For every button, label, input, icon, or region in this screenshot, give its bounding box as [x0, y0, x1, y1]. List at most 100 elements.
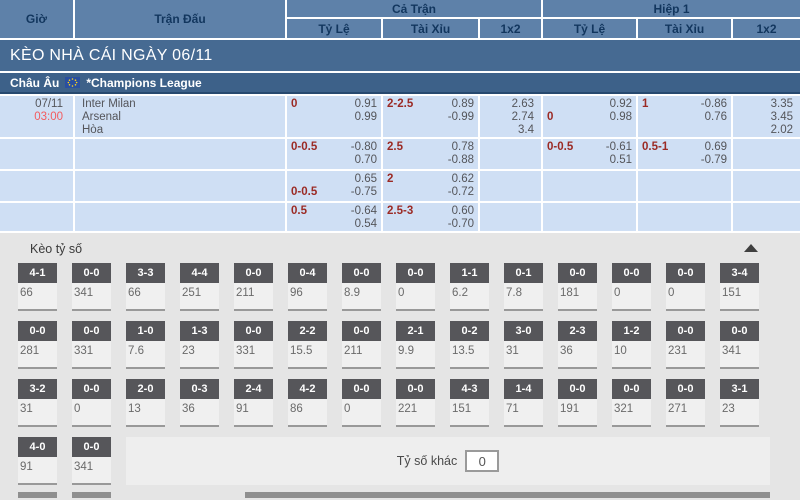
odds-line[interactable]: 2.5-30.60 — [387, 205, 474, 218]
score-box[interactable]: 0-2 — [450, 321, 489, 341]
score-box[interactable]: 0-0 — [72, 321, 111, 341]
score-box[interactable]: 4-1 — [18, 263, 57, 283]
score-bet-cell[interactable]: 3-231 — [18, 379, 57, 427]
odds-value[interactable]: 3.45 — [737, 111, 793, 124]
score-box[interactable]: 1-1 — [450, 263, 489, 283]
odds-cell-half-1x2[interactable]: 3.353.452.02 — [733, 96, 800, 137]
score-box[interactable]: 0-0 — [72, 437, 111, 457]
score-box[interactable]: 0-0 — [72, 379, 111, 399]
score-box[interactable]: 0-3 — [180, 379, 219, 399]
score-bet-cell[interactable]: 3-366 — [126, 263, 165, 311]
odds-cell-half-handicap[interactable]: 0.9200.98 — [543, 96, 636, 137]
odds-line[interactable]: 0.5-0.64 — [291, 205, 377, 218]
odds-cell-full-over-under[interactable]: 2.5-30.60-0.70 — [383, 203, 478, 231]
odds-line[interactable]: 0-0.5-0.61 — [547, 141, 632, 154]
score-bet-cell[interactable]: 1-07.6 — [126, 321, 165, 369]
score-box[interactable]: 4-3 — [450, 379, 489, 399]
odds-line[interactable]: 0-0.5-0.80 — [291, 141, 377, 154]
odds-line[interactable]: 0.51 — [547, 154, 632, 167]
odds-cell-half-1x2[interactable] — [733, 171, 800, 201]
score-bet-cell[interactable]: 0-0231 — [666, 321, 705, 369]
score-box[interactable]: 0-1 — [504, 263, 543, 283]
odds-line[interactable]: 0.65 — [291, 173, 377, 186]
score-box[interactable]: 0-0 — [720, 321, 759, 341]
score-box[interactable]: 4-0 — [18, 437, 57, 457]
score-box[interactable]: 2-0 — [126, 379, 165, 399]
odds-line[interactable]: -0.79 — [642, 154, 727, 167]
score-bet-cell[interactable]: 1-471 — [504, 379, 543, 427]
score-bet-cell[interactable]: 0-0191 — [558, 379, 597, 427]
score-box[interactable]: 0-0 — [666, 379, 705, 399]
score-bet-cell[interactable]: 3-123 — [720, 379, 759, 427]
odds-value[interactable]: 2.63 — [484, 98, 534, 111]
score-bet-cell[interactable]: 0-0321 — [612, 379, 651, 427]
score-bet-cell[interactable]: 2-215.5 — [288, 321, 327, 369]
score-box[interactable]: 0-0 — [558, 379, 597, 399]
odds-cell-half-1x2[interactable] — [733, 139, 800, 169]
odds-line[interactable]: 0.70 — [291, 154, 377, 167]
odds-cell-half-1x2[interactable] — [733, 203, 800, 231]
odds-line[interactable]: -0.99 — [387, 111, 474, 124]
score-box[interactable]: 3-0 — [504, 321, 543, 341]
odds-line[interactable]: 1-0.86 — [642, 98, 727, 111]
score-box[interactable]: 3-4 — [720, 263, 759, 283]
odds-line[interactable]: 0.99 — [291, 111, 377, 124]
league-bar[interactable]: Châu Âu *Champions League — [0, 73, 800, 94]
score-bet-cell[interactable]: 0-0221 — [396, 379, 435, 427]
odds-value[interactable]: 2.02 — [737, 124, 793, 137]
score-box[interactable]: 0-0 — [666, 263, 705, 283]
score-bet-cell[interactable]: 0-0341 — [720, 321, 759, 369]
odds-line[interactable]: 0.5-10.69 — [642, 141, 727, 154]
odds-cell-full-handicap[interactable]: 0.650-0.5-0.75 — [287, 171, 381, 201]
odds-cell-full-handicap[interactable]: 0-0.5-0.800.70 — [287, 139, 381, 169]
score-box[interactable]: 2-4 — [234, 379, 273, 399]
score-bet-cell[interactable]: 4-3151 — [450, 379, 489, 427]
odds-line[interactable]: 20.62 — [387, 173, 474, 186]
score-bet-cell[interactable]: 0-00 — [342, 379, 381, 427]
odds-cell-half-over-under[interactable]: 0.5-10.69-0.79 — [638, 139, 731, 169]
score-bet-cell[interactable]: 4-091 — [18, 437, 57, 485]
score-box[interactable]: 1-4 — [504, 379, 543, 399]
score-bet-cell[interactable]: 2-336 — [558, 321, 597, 369]
score-box[interactable]: 0-0 — [396, 263, 435, 283]
odds-cell-full-1x2[interactable] — [480, 171, 541, 201]
score-box[interactable]: 3-3 — [126, 263, 165, 283]
odds-line[interactable]: 2.50.78 — [387, 141, 474, 154]
score-bet-cell[interactable]: 1-210 — [612, 321, 651, 369]
odds-cell-half-over-under[interactable]: 1-0.860.76 — [638, 96, 731, 137]
score-bet-cell[interactable]: 1-323 — [180, 321, 219, 369]
score-box[interactable]: 0-0 — [396, 379, 435, 399]
odds-cell-half-over-under[interactable] — [638, 203, 731, 231]
odds-line[interactable]: 0-0.5-0.75 — [291, 186, 377, 199]
score-box[interactable]: 4-4 — [180, 263, 219, 283]
score-box[interactable]: 0-0 — [18, 321, 57, 341]
score-box[interactable]: 0-0 — [234, 263, 273, 283]
score-box[interactable]: 0-0 — [612, 379, 651, 399]
score-bet-cell[interactable]: 0-0341 — [72, 437, 111, 485]
odds-cell-full-1x2[interactable] — [480, 203, 541, 231]
score-box[interactable]: 2-3 — [558, 321, 597, 341]
score-box[interactable]: 2-2 — [288, 321, 327, 341]
odds-line[interactable]: 00.98 — [547, 111, 632, 124]
score-box[interactable]: 0-0 — [342, 321, 381, 341]
odds-line[interactable]: 0.54 — [291, 218, 377, 231]
score-bet-cell[interactable]: 0-0281 — [18, 321, 57, 369]
odds-cell-full-handicap[interactable]: 00.910.99 — [287, 96, 381, 137]
score-bet-cell[interactable]: 0-17.8 — [504, 263, 543, 311]
score-box[interactable]: 1-0 — [126, 321, 165, 341]
score-bet-cell[interactable]: 4-286 — [288, 379, 327, 427]
score-box[interactable]: 0-0 — [234, 321, 273, 341]
odds-cell-half-handicap[interactable]: 0-0.5-0.610.51 — [543, 139, 636, 169]
score-bet-cell[interactable]: 2-491 — [234, 379, 273, 427]
score-box[interactable]: 2-1 — [396, 321, 435, 341]
score-box[interactable]: 0-0 — [612, 263, 651, 283]
odds-line[interactable]: -0.88 — [387, 154, 474, 167]
odds-line[interactable]: 0.92 — [547, 98, 632, 111]
odds-cell-full-over-under[interactable]: 20.62-0.72 — [383, 171, 478, 201]
odds-cell-half-handicap[interactable] — [543, 171, 636, 201]
score-bet-cell[interactable]: 3-4151 — [720, 263, 759, 311]
score-bet-cell[interactable]: 0-0271 — [666, 379, 705, 427]
other-score-input[interactable] — [465, 450, 499, 472]
score-bet-cell[interactable]: 0-0331 — [72, 321, 111, 369]
score-bet-cell[interactable]: 3-031 — [504, 321, 543, 369]
